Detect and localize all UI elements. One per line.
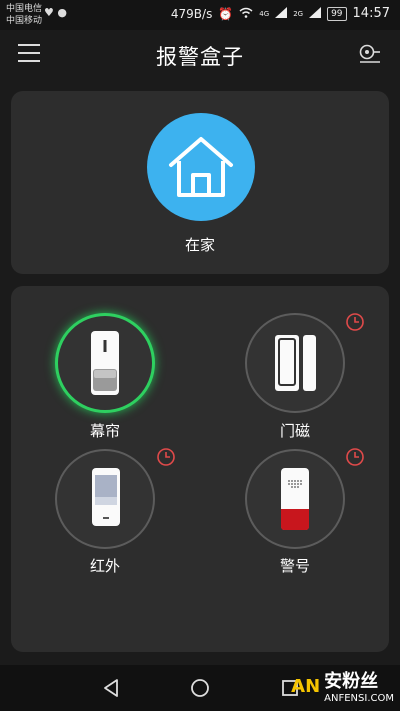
wifi-icon: [239, 7, 253, 21]
device-door-magnet: 门磁: [245, 313, 345, 440]
device-label: 幕帘: [89, 422, 120, 440]
watermark: AN 安粉丝 ANFENSI.COM: [291, 667, 394, 705]
watermark-name: 安粉丝: [324, 671, 379, 692]
timer-clock-icon[interactable]: [345, 447, 365, 467]
carrier-2: 中国移动: [6, 16, 43, 26]
door-magnet-button[interactable]: [245, 313, 345, 413]
heart-rate-icon: ♥: [44, 6, 54, 19]
devices-card: 幕帘 门磁 红外 警号: [11, 286, 389, 652]
curtain-sensor-icon: [91, 331, 119, 395]
status-bar: 中国电信 中国移动 ♥ ● 479B/s ⏰ 4G 2G 99 14:57: [0, 0, 400, 30]
watermark-site: ANFENSI.COM: [324, 693, 394, 704]
device-curtain: 幕帘: [55, 313, 155, 440]
infrared-sensor-icon: [92, 468, 120, 526]
signal-2-icon: [309, 6, 322, 21]
home-mode-label: 在家: [184, 236, 215, 254]
signal-2-label: 2G: [293, 9, 304, 18]
siren-button[interactable]: [245, 449, 345, 549]
device-siren: 警号: [245, 449, 345, 575]
curtain-sensor-button[interactable]: [55, 313, 155, 413]
carrier-names: 中国电信 中国移动: [6, 3, 42, 27]
timer-clock-icon[interactable]: [345, 312, 365, 332]
status-right: 479B/s ⏰ 4G 2G 99 14:57: [171, 6, 390, 21]
signal-1-label: 4G: [259, 9, 270, 18]
alarm-clock-icon: ⏰: [218, 6, 234, 21]
siren-icon: [281, 468, 309, 530]
watermark-logo: AN: [291, 675, 321, 697]
wechat-icon: ●: [57, 6, 67, 19]
timer-clock-icon[interactable]: [156, 447, 176, 467]
back-triangle-icon[interactable]: [98, 675, 124, 701]
house-icon: [169, 137, 233, 197]
infrared-sensor-button[interactable]: [55, 449, 155, 549]
door-magnet-icon: [275, 335, 316, 391]
camera-settings-icon[interactable]: [358, 44, 382, 64]
navigation-bar: AN 安粉丝 ANFENSI.COM: [0, 665, 400, 711]
device-label: 红外: [89, 557, 120, 575]
signal-1-icon: [275, 6, 288, 21]
network-speed: 479B/s: [170, 6, 213, 21]
device-label: 警号: [279, 557, 310, 575]
home-mode-button[interactable]: [147, 113, 255, 221]
carrier-1: 中国电信: [6, 4, 43, 14]
device-label: 门磁: [279, 422, 310, 440]
notification-icons: ♥ ●: [44, 6, 67, 19]
mode-card: 在家: [11, 91, 389, 274]
app-header: 报警盒子: [0, 30, 400, 80]
home-circle-icon[interactable]: [187, 675, 213, 701]
battery-icon: 99: [327, 6, 347, 21]
status-time: 14:57: [352, 6, 390, 21]
page-title: 报警盒子: [156, 45, 244, 69]
device-infrared: 红外: [55, 449, 155, 575]
